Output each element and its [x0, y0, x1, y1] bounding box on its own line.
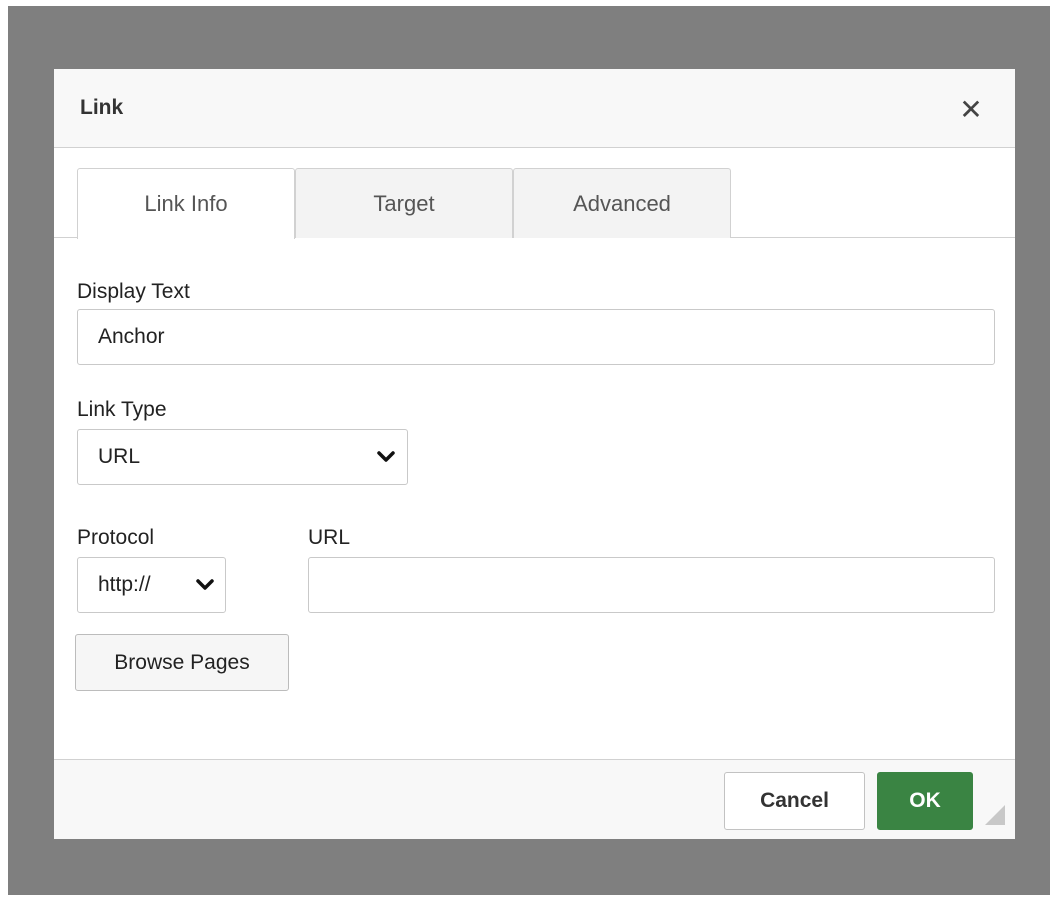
url-input[interactable] [308, 557, 995, 613]
close-icon[interactable]: ✕ [956, 95, 986, 125]
resize-grip-icon[interactable] [985, 805, 1005, 825]
display-text-input[interactable]: Anchor [77, 309, 995, 365]
tab-advanced[interactable]: Advanced [513, 168, 731, 238]
link-dialog: Link ✕ Link Info Target Advanced Display… [54, 69, 1015, 839]
tab-strip: Link Info Target Advanced [54, 148, 1015, 239]
dialog-titlebar: Link ✕ [54, 69, 1015, 148]
display-text-value: Anchor [98, 325, 165, 348]
chevron-down-icon [196, 579, 214, 590]
protocol-label: Protocol [77, 526, 155, 549]
dialog-footer: Cancel OK [54, 759, 1015, 839]
browse-pages-button[interactable]: Browse Pages [75, 634, 289, 691]
link-type-select[interactable]: URL [77, 429, 408, 485]
link-type-label: Link Type [77, 398, 167, 421]
cancel-button[interactable]: Cancel [724, 772, 865, 830]
display-text-label: Display Text [77, 280, 190, 303]
protocol-select[interactable]: http:// [77, 557, 226, 613]
ok-button[interactable]: OK [877, 772, 973, 830]
protocol-value: http:// [98, 573, 151, 596]
url-label: URL [308, 526, 351, 549]
tab-target[interactable]: Target [295, 168, 513, 238]
tab-link-info[interactable]: Link Info [77, 168, 295, 239]
link-type-value: URL [98, 445, 141, 468]
dialog-title: Link [80, 96, 124, 119]
chevron-down-icon [377, 451, 395, 462]
